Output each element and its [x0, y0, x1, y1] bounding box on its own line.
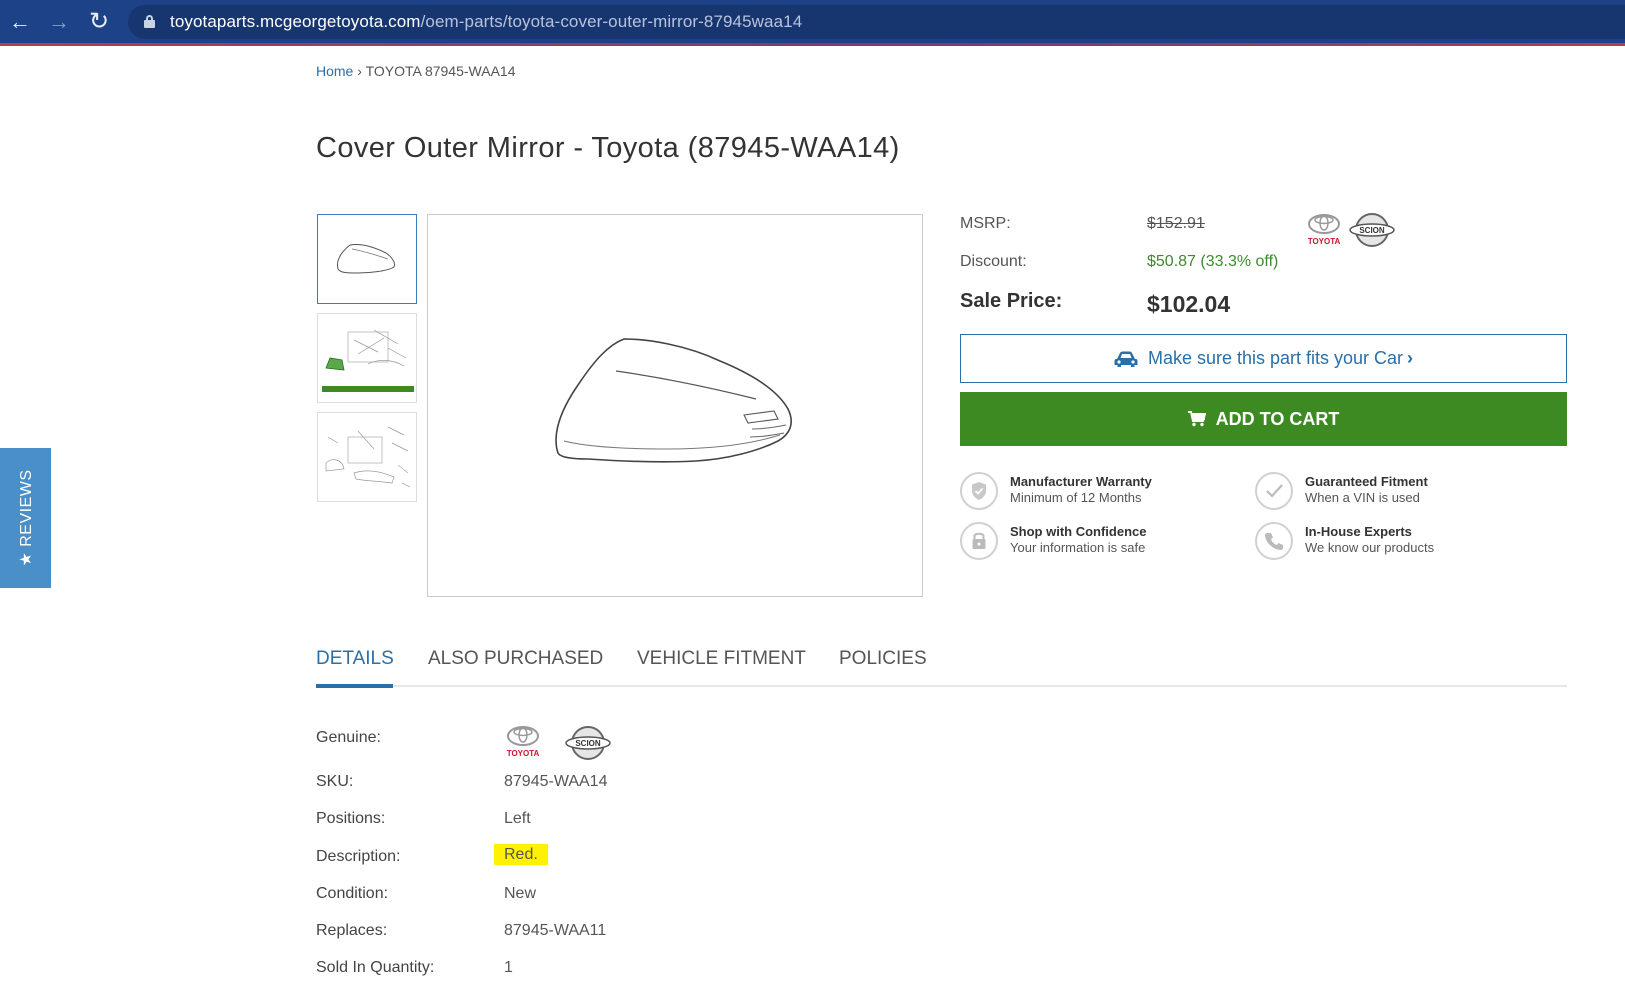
msrp-label: MSRP:	[960, 215, 1011, 232]
arrow-right-icon[interactable]: →	[45, 8, 73, 36]
msrp-value: $152.91	[1147, 215, 1205, 232]
parts-diagram-thumbnail	[325, 426, 411, 488]
main-product-image[interactable]	[427, 214, 923, 597]
phone-icon	[1255, 522, 1293, 560]
detail-value-positions: Left	[504, 810, 531, 827]
reload-icon[interactable]: ↻	[85, 8, 113, 36]
feature-title: In-House Experts	[1305, 524, 1412, 539]
active-tab-indicator	[316, 684, 393, 688]
page-title: Cover Outer Mirror - Toyota (87945-WAA14…	[316, 132, 900, 164]
detail-label-genuine: Genuine:	[316, 729, 381, 746]
lock-icon	[144, 15, 155, 29]
breadcrumb: Home › TOYOTA 87945-WAA14	[316, 63, 515, 79]
feature-confidence: Shop with Confidence Your information is…	[960, 522, 1250, 566]
feature-subtitle: Your information is safe	[1010, 540, 1146, 555]
cart-icon	[1187, 411, 1206, 427]
mirror-cover-thumbnail	[337, 244, 395, 274]
checkmark-icon	[1255, 472, 1293, 510]
svg-text:SCION: SCION	[575, 739, 601, 748]
detail-value-replaces: 87945-WAA11	[504, 922, 607, 939]
breadcrumb-separator: ›	[357, 63, 362, 79]
lock-icon	[960, 522, 998, 560]
arrow-left-icon[interactable]: ←	[6, 8, 34, 36]
tab-policies[interactable]: POLICIES	[839, 648, 927, 670]
feature-subtitle: Minimum of 12 Months	[1010, 490, 1142, 505]
exploded-diagram-thumbnail	[322, 329, 414, 392]
shield-check-icon	[960, 472, 998, 510]
url-path: /oem-parts/toyota-cover-outer-mirror-879…	[420, 12, 803, 31]
detail-label-sku: SKU:	[316, 773, 354, 790]
feature-fitment: Guaranteed Fitment When a VIN is used	[1255, 472, 1545, 516]
feature-title: Guaranteed Fitment	[1305, 474, 1428, 489]
feature-title: Shop with Confidence	[1010, 524, 1147, 539]
tabs-divider	[316, 685, 1567, 687]
detail-label-quantity: Sold In Quantity:	[316, 959, 435, 976]
detail-value-condition: New	[504, 885, 537, 902]
check-fitment-label: Make sure this part fits your Car	[1147, 348, 1404, 368]
thumbnail-1[interactable]	[317, 214, 417, 304]
tab-also-purchased[interactable]: ALSO PURCHASED	[428, 648, 603, 670]
discount-value: $50.87 (33.3% off)	[1147, 253, 1279, 270]
svg-text:SCION: SCION	[1359, 226, 1385, 235]
url-domain: toyotaparts.mcgeorgetoyota.com	[170, 12, 421, 31]
scion-logo: SCION	[564, 725, 612, 766]
add-to-cart-button[interactable]: ADD TO CART	[960, 392, 1567, 446]
check-fitment-button[interactable]: Make sure this part fits your Car ›	[960, 334, 1567, 383]
svg-text:TOYOTA: TOYOTA	[1308, 237, 1341, 246]
detail-label-condition: Condition:	[316, 885, 389, 902]
sale-price-label: Sale Price:	[960, 290, 1063, 312]
chevron-right-icon: ›	[1407, 348, 1414, 368]
feature-title: Manufacturer Warranty	[1010, 474, 1152, 489]
detail-value-quantity: 1	[504, 959, 513, 976]
car-icon	[1114, 351, 1138, 367]
feature-experts: In-House Experts We know our products	[1255, 522, 1545, 566]
tab-details[interactable]: DETAILS	[316, 648, 394, 670]
discount-label: Discount:	[960, 253, 1027, 270]
reviews-tab-label: ★ REVIEWS	[17, 469, 35, 567]
add-to-cart-label: ADD TO CART	[1215, 408, 1340, 429]
address-bar[interactable]: toyotaparts.mcgeorgetoyota.com/oem-parts…	[128, 5, 1625, 39]
detail-label-positions: Positions:	[316, 810, 386, 827]
feature-warranty: Manufacturer Warranty Minimum of 12 Mont…	[960, 472, 1250, 516]
toyota-logo: TOYOTA	[502, 725, 544, 764]
scion-logo: SCION	[1348, 212, 1396, 253]
browser-toolbar: ← → ↻ toyotaparts.mcgeorgetoyota.com/oem…	[0, 0, 1625, 46]
feature-subtitle: When a VIN is used	[1305, 490, 1420, 505]
detail-label-replaces: Replaces:	[316, 922, 388, 939]
detail-value-sku: 87945-WAA14	[504, 773, 608, 790]
url-text[interactable]: toyotaparts.mcgeorgetoyota.com/oem-parts…	[170, 12, 802, 32]
highlighted-description: Red.	[494, 844, 548, 865]
thumbnail-3[interactable]	[317, 412, 417, 502]
sale-price-value: $102.04	[1147, 291, 1231, 317]
detail-label-description: Description:	[316, 848, 401, 865]
breadcrumb-current: TOYOTA 87945-WAA14	[365, 63, 516, 79]
feature-subtitle: We know our products	[1305, 540, 1435, 555]
breadcrumb-home-link[interactable]: Home	[316, 63, 353, 79]
reviews-side-tab[interactable]: ★ REVIEWS	[0, 448, 51, 588]
toyota-logo: TOYOTA	[1303, 213, 1345, 252]
detail-value-description: Red.	[494, 844, 548, 865]
svg-text:TOYOTA: TOYOTA	[507, 749, 540, 758]
thumbnail-2[interactable]	[317, 313, 417, 403]
mirror-cover-drawing	[555, 338, 792, 463]
tab-vehicle-fitment[interactable]: VEHICLE FITMENT	[637, 648, 806, 670]
